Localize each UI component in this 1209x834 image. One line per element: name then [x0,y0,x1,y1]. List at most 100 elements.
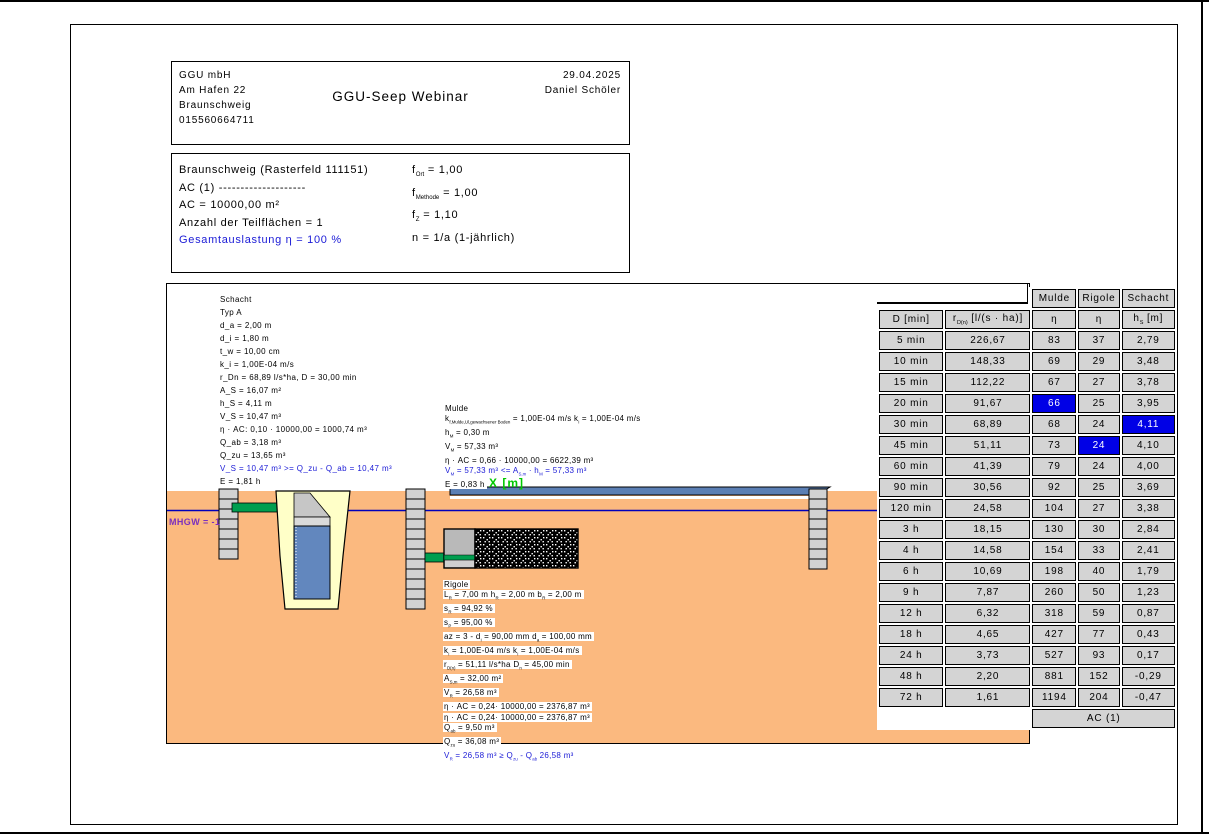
mulde-eta-cell: 104 [1032,499,1076,518]
text-line: sR = 94,92 % [443,604,594,618]
text-line: fMethode = 1,00 [412,185,515,208]
table-row: 4 h14,58154332,41 [879,541,1175,560]
text-line: n = 1/a (1-jährlich) [412,230,515,248]
rigole-inflow-pipe [425,553,444,562]
schacht-hs-cell: 2,79 [1122,331,1175,350]
rigole-eta-cell: 30 [1078,520,1119,539]
rain-intensity-cell: 91,67 [945,394,1030,413]
rigole-eta-cell: 24 [1078,457,1119,476]
table-row: 15 min112,2267273,78 [879,373,1175,392]
rigole-eta-cell: 40 [1078,562,1119,581]
text-line: LR = 7,00 m hR = 2,00 m bR = 2,00 m [443,590,594,604]
text-line: V_S = 10,47 m³ >= Q_zu - Q_ab = 10,47 m³ [220,462,392,475]
text-line: η · AC = 0,24· 10000,00 = 2376,87 m³ [443,713,594,723]
text-line: d_i = 1,80 m [220,332,392,345]
text-line: az = 3 - di = 90,00 mm da = 100,00 mm [443,632,594,646]
mulde-eta-cell: 527 [1032,646,1076,665]
mulde-eta-cell: 427 [1032,625,1076,644]
schacht-hs-cell: 3,48 [1122,352,1175,371]
duration-cell: 4 h [879,541,943,560]
mulde-liner [450,496,815,499]
group-header-rigole: Rigole [1078,289,1119,308]
duration-cell: 12 h [879,604,943,623]
text-line: AC = 10000,00 m² [179,197,368,215]
table-row: 72 h1,611194204-0,47 [879,688,1175,707]
text-line: E = 1,81 h [220,475,392,488]
table-row: 3 h18,15130302,84 [879,520,1175,539]
mulde-eta-cell: 154 [1032,541,1076,560]
text-line: AC (1) -------------------- [179,180,368,198]
duration-cell: 45 min [879,436,943,455]
rigole-drain-pipe [444,555,475,560]
text-line: rD(n) = 51,11 l/s*ha Dn = 45,00 min [443,660,594,674]
report-page: GGU mbHAm Hafen 22Braunschweig0155606647… [0,0,1209,834]
rain-intensity-cell: 14,58 [945,541,1030,560]
group-header-mulde: Mulde [1032,289,1076,308]
rigole-eta-cell: 37 [1078,331,1119,350]
mulde-eta-cell: 318 [1032,604,1076,623]
text-line: 015560664711 [179,113,255,128]
schacht-hs-cell: 1,23 [1122,583,1175,602]
column-header: D [min] [879,310,943,329]
rigole-bedding [445,561,474,567]
group-header-schacht: Schacht [1122,289,1175,308]
report-meta: 29.04.2025 Daniel Schöler [545,68,621,98]
schacht-hs-cell: -0,47 [1122,688,1175,707]
schacht-hs-cell: 0,87 [1122,604,1175,623]
shaft-water [294,526,330,599]
table-row: 6 h10,69198401,79 [879,562,1175,581]
text-line: r_Dn = 68,89 l/s*ha, D = 30,00 min [220,371,392,384]
rigole-annotation: RigoleLR = 7,00 m hR = 2,00 m bR = 2,00 … [443,580,594,765]
text-line: fZ = 1,10 [412,207,515,230]
rain-intensity-cell: 6,32 [945,604,1030,623]
schacht-annotation: SchachtTyp Ad_a = 2,00 md_i = 1,80 mt_w … [220,293,392,488]
text-line: GGU mbH [179,68,255,83]
table-row: 24 h3,73527930,17 [879,646,1175,665]
table-row: 9 h7,87260501,23 [879,583,1175,602]
text-line: sP = 95,00 % [443,618,594,632]
duration-cell: 24 h [879,646,943,665]
text-line: η · AC = 0,24· 10000,00 = 2376,87 m³ [443,702,594,712]
duration-cell: 30 min [879,415,943,434]
duration-cell: 60 min [879,457,943,476]
rigole-eta-cell: 25 [1078,394,1119,413]
text-line: Gesamtauslastung η = 100 % [179,232,368,250]
mhgw-label: MHGW = -1 [169,517,220,527]
mulde-eta-cell: 198 [1032,562,1076,581]
rigole-eta-cell: 152 [1078,667,1119,686]
mulde-eta-cell: 83 [1032,331,1076,350]
text-line: Mulde [444,404,643,414]
rigole-eta-cell: 59 [1078,604,1119,623]
window-right-edge [1201,0,1203,834]
duration-cell: 9 h [879,583,943,602]
table-row: 48 h2,20881152-0,29 [879,667,1175,686]
text-line: Q_zu = 13,65 m³ [220,449,392,462]
column-header: η [1032,310,1076,329]
page-frame: GGU mbHAm Hafen 22Braunschweig0155606647… [70,24,1178,825]
text-line: t_w = 10,00 cm [220,345,392,358]
rigole-eta-cell: 33 [1078,541,1119,560]
rain-intensity-cell: 24,58 [945,499,1030,518]
schacht-hs-cell: 2,84 [1122,520,1175,539]
rain-intensity-cell: 2,20 [945,667,1030,686]
mulde-eta-cell: 260 [1032,583,1076,602]
text-line: AS,m = 32,00 m² [443,674,594,688]
rain-intensity-cell: 68,89 [945,415,1030,434]
table-row: 5 min226,6783372,79 [879,331,1175,350]
duration-cell: 120 min [879,499,943,518]
rain-intensity-cell: 18,15 [945,520,1030,539]
schacht-hs-cell: -0,29 [1122,667,1175,686]
text-line: Anzahl der Teilflächen = 1 [179,215,368,233]
mulde-eta-cell: 67 [1032,373,1076,392]
mulde-eta-cell: 1194 [1032,688,1076,707]
duration-cell: 18 h [879,625,943,644]
x-axis-label: X [m] [489,476,524,490]
rigole-eta-cell: 93 [1078,646,1119,665]
text-line: Braunschweig (Rasterfeld 111151) [179,162,368,180]
spacer-cell [879,709,943,728]
rigole-eta-cell: 204 [1078,688,1119,707]
text-line: k_i = 1,00E-04 m/s [220,358,392,371]
text-line: Schacht [220,293,392,306]
table-row: 90 min30,5692253,69 [879,478,1175,497]
report-author: Daniel Schöler [545,83,621,98]
